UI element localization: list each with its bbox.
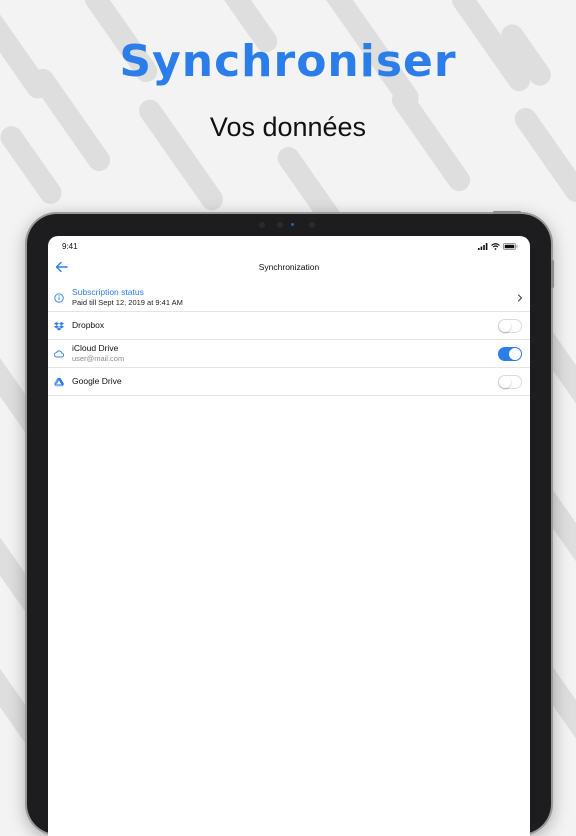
app-screen: 9:41 Synchronization Subscription status… — [48, 236, 530, 836]
dropbox-icon — [54, 321, 64, 330]
subline: Vos données — [209, 112, 367, 142]
icloud-toggle[interactable] — [498, 346, 522, 361]
subscription-row[interactable]: Subscription status Paid till Sept 12, 2… — [48, 284, 530, 312]
service-name: Google Drive — [72, 376, 122, 386]
status-bar: 9:41 — [48, 236, 530, 256]
google-drive-icon — [54, 377, 64, 386]
chevron-right-icon — [517, 293, 523, 302]
battery-icon — [503, 242, 518, 250]
page-title: Synchronization — [258, 262, 320, 272]
google-drive-toggle[interactable] — [498, 374, 522, 389]
service-row-icloud[interactable]: iCloud Drive user@mail.com — [48, 340, 530, 368]
signal-icon — [478, 242, 488, 250]
service-name: iCloud Drive — [72, 343, 119, 353]
service-row-google-drive[interactable]: Google Drive — [48, 368, 530, 396]
volume-button — [551, 260, 554, 288]
back-arrow-icon[interactable] — [54, 260, 70, 274]
power-button — [493, 211, 521, 214]
status-time: 9:41 — [62, 241, 78, 251]
sync-list: Subscription status Paid till Sept 12, 2… — [48, 284, 530, 396]
info-icon — [54, 292, 64, 303]
wifi-icon — [491, 242, 500, 250]
dropbox-toggle[interactable] — [498, 318, 522, 333]
front-camera — [259, 221, 319, 229]
subscription-subtitle: Paid till Sept 12, 2019 at 9:41 AM — [72, 298, 183, 307]
nav-bar: Synchronization — [48, 256, 530, 278]
headline: Synchroniser — [119, 36, 457, 87]
subscription-title: Subscription status — [72, 287, 144, 297]
service-name: Dropbox — [72, 320, 105, 330]
tablet-device: 9:41 Synchronization Subscription status… — [27, 211, 554, 836]
cloud-icon — [54, 349, 64, 357]
service-row-dropbox[interactable]: Dropbox — [48, 312, 530, 340]
service-account: user@mail.com — [72, 354, 125, 363]
